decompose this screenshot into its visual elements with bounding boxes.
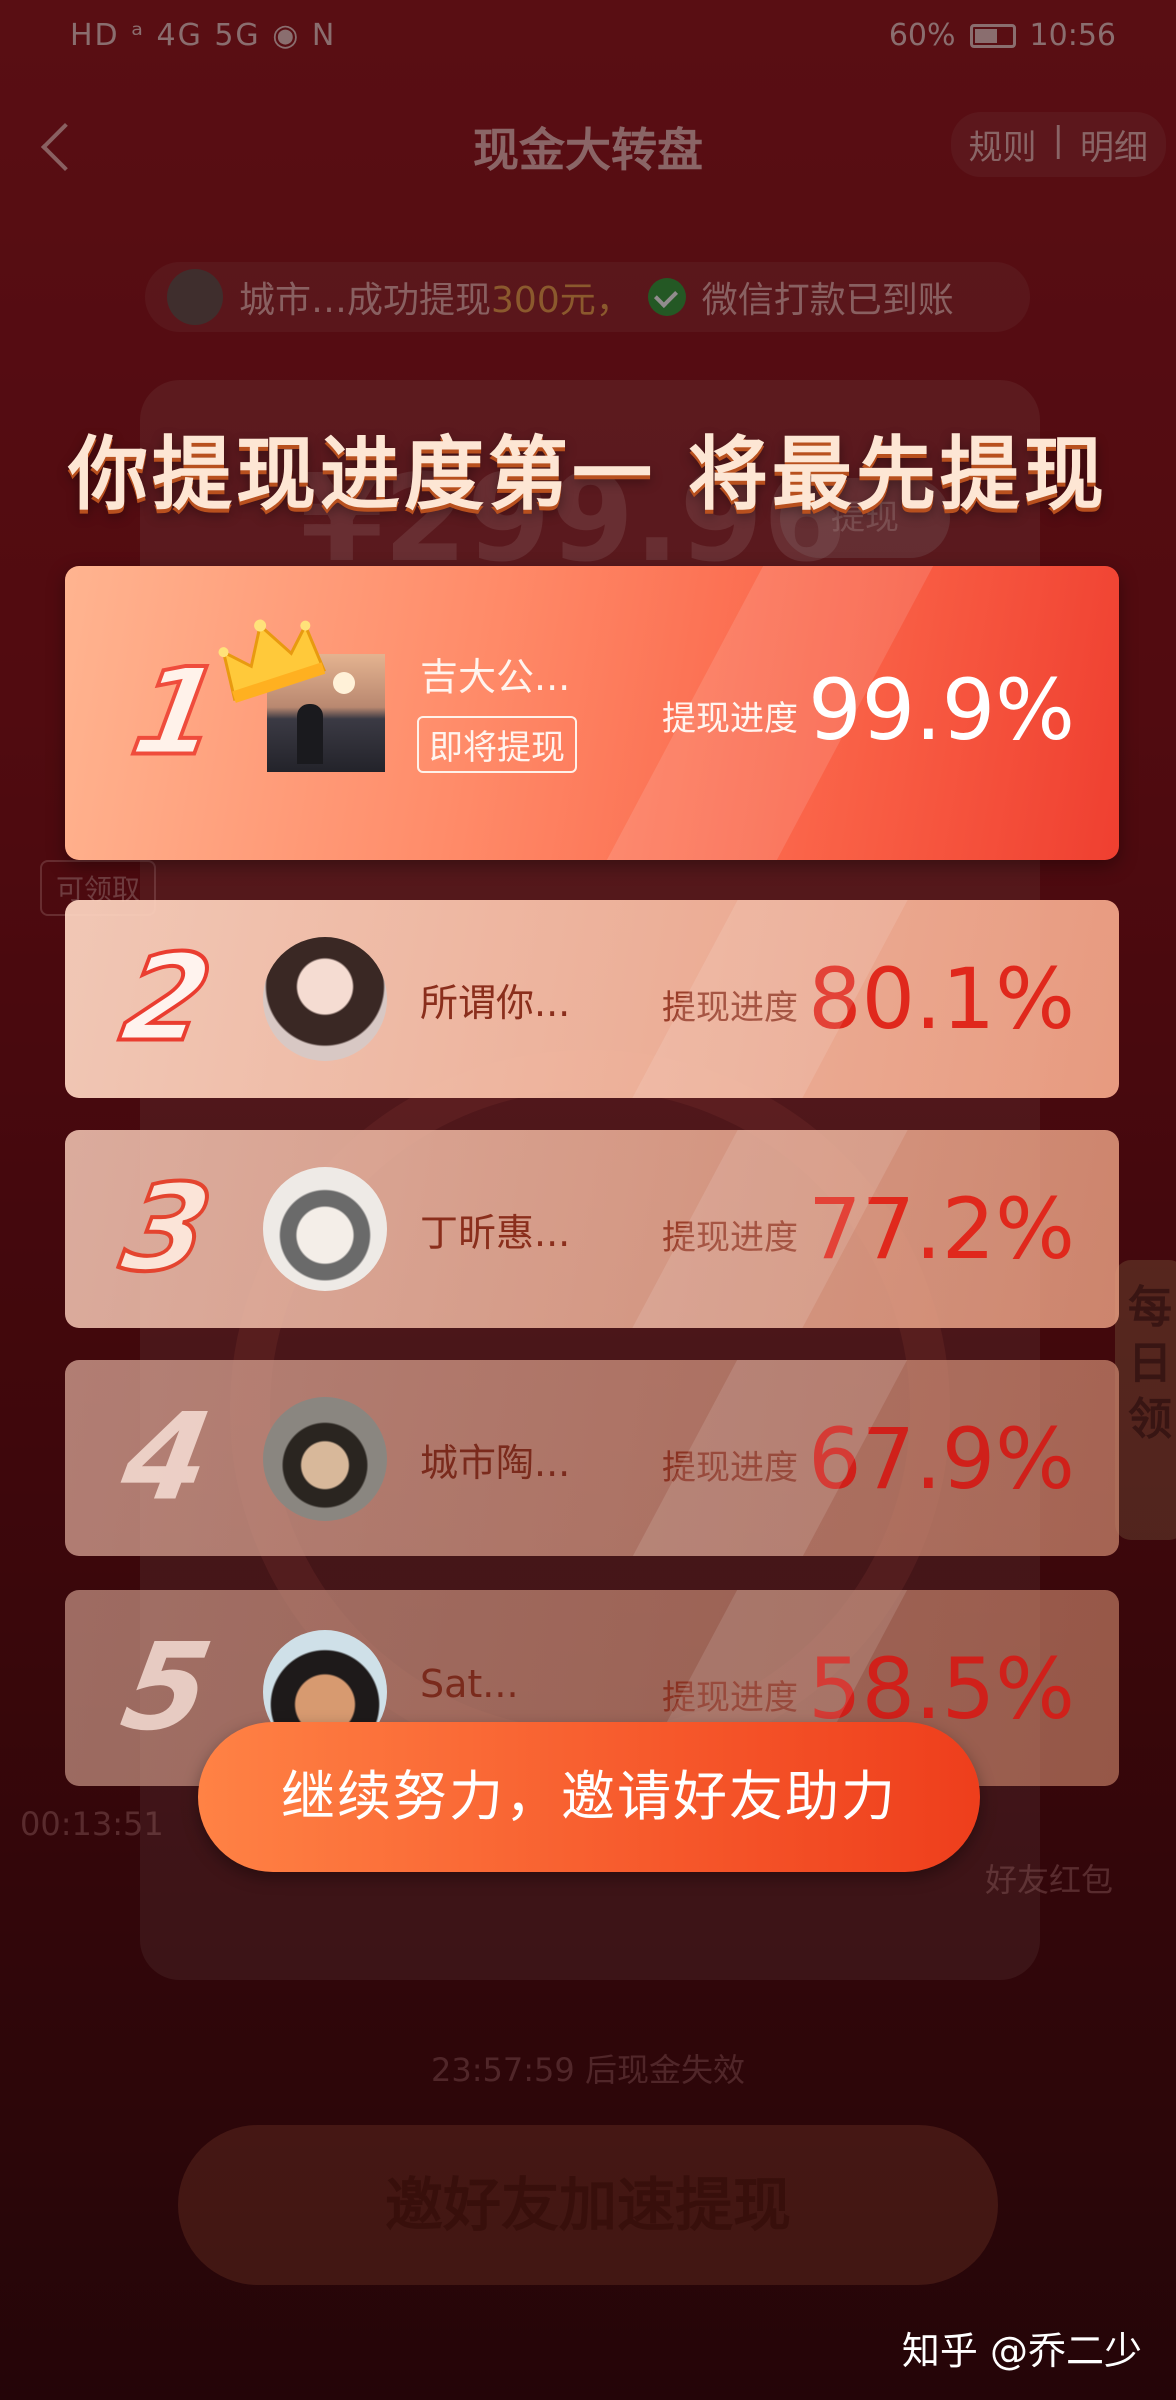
rank-card-2: 2 所谓你... 提现进度 80.1%	[65, 900, 1119, 1098]
user-name: 所谓你...	[420, 981, 571, 1025]
rank-card-3: 3 丁昕惠... 提现进度 77.2%	[65, 1130, 1119, 1328]
rank-number: 2	[111, 928, 223, 1071]
rank-card-4: 4 城市陶... 提现进度 67.9%	[65, 1360, 1119, 1556]
invite-friends-button[interactable]: 继续努力，邀请好友助力	[198, 1722, 980, 1872]
user-name: 吉大公...	[420, 655, 571, 699]
modal-title: 你提现进度第一 将最先提现	[68, 428, 1108, 521]
progress-label: 提现进度	[662, 988, 798, 1028]
progress-value: 77.2%	[808, 1180, 1075, 1278]
user-name: 丁昕惠...	[420, 1211, 571, 1255]
user-name: 城市陶...	[420, 1441, 571, 1485]
rank-number: 4	[112, 1388, 221, 1528]
watermark: 知乎 @乔二少	[901, 2329, 1142, 2373]
progress-label: 提现进度	[662, 1678, 798, 1718]
progress-label: 提现进度	[662, 699, 798, 739]
progress-label: 提现进度	[662, 1448, 798, 1488]
rank-card-1: 1 吉大公... 即将提现 提现进度 99.9%	[65, 566, 1119, 860]
user-name: Sat...	[420, 1662, 519, 1706]
soon-withdraw-badge: 即将提现	[417, 716, 577, 773]
progress-label: 提现进度	[662, 1218, 798, 1258]
avatar-man-icon	[263, 1397, 387, 1521]
progress-value: 67.9%	[808, 1410, 1075, 1508]
progress-value: 80.1%	[808, 950, 1075, 1048]
rank-number: 5	[112, 1618, 221, 1758]
avatar-girl-icon	[263, 937, 387, 1061]
rank-number: 3	[111, 1158, 223, 1301]
avatar-sketch-icon	[263, 1167, 387, 1291]
progress-value: 99.9%	[808, 661, 1075, 759]
